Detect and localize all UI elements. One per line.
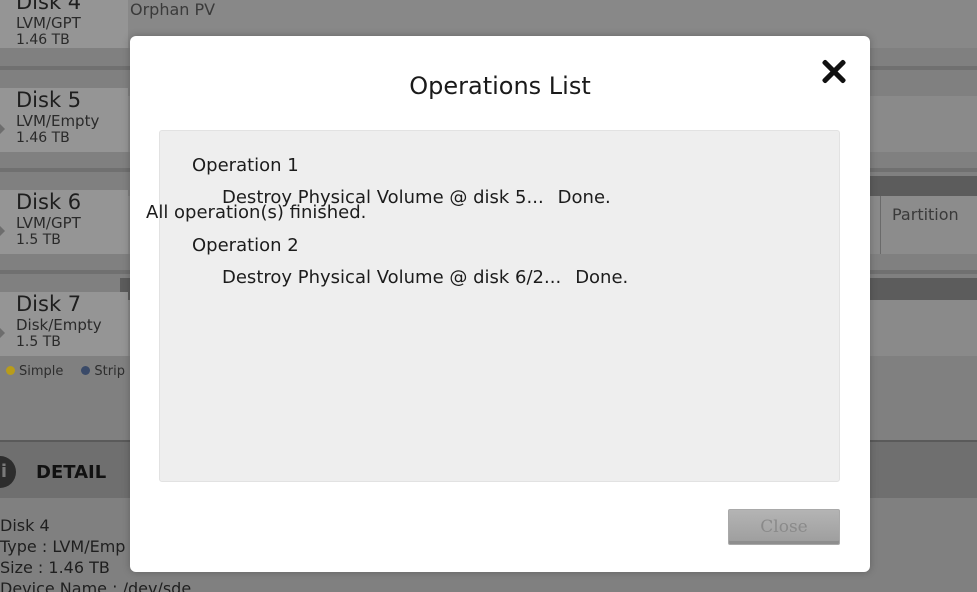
operation-status: Done. bbox=[557, 187, 611, 208]
chevron-right-icon bbox=[0, 328, 5, 338]
operations-list-dialog: Operations List Operation 1 Destroy Phys… bbox=[130, 36, 870, 572]
disk-size: 1.46 TB bbox=[16, 32, 70, 48]
disk-size: 1.46 TB bbox=[16, 130, 70, 146]
disk-type: Disk/Empty bbox=[16, 316, 102, 334]
close-icon[interactable] bbox=[816, 54, 852, 90]
operation-description: Destroy Physical Volume @ disk 6/2... bbox=[222, 267, 562, 288]
partition-label: Partition bbox=[892, 205, 959, 224]
disk-size: 1.5 TB bbox=[16, 334, 61, 350]
disk-type: LVM/GPT bbox=[16, 14, 81, 32]
disk-card-4[interactable]: Disk 4 LVM/GPT 1.46 TB bbox=[0, 0, 128, 48]
disk-size: 1.5 TB bbox=[16, 232, 61, 248]
chevron-right-icon bbox=[0, 124, 5, 134]
disk-name: Disk 6 bbox=[16, 190, 82, 214]
disk-name: Disk 4 bbox=[16, 0, 82, 14]
disk-card-7[interactable]: Disk 7 Disk/Empty 1.5 TB bbox=[0, 292, 128, 356]
detail-title: DETAIL bbox=[36, 462, 107, 483]
chevron-right-icon bbox=[0, 226, 5, 236]
legend: Simple Strip bbox=[6, 364, 125, 379]
legend-item-strip: Strip bbox=[81, 364, 125, 379]
disk-name: Disk 7 bbox=[16, 292, 82, 316]
legend-dot-icon bbox=[81, 366, 91, 375]
partition-header-strip bbox=[870, 176, 977, 196]
legend-label: Strip bbox=[94, 364, 125, 379]
operation-title: Operation 2 bbox=[192, 235, 299, 256]
operations-panel: Operation 1 Destroy Physical Volume @ di… bbox=[159, 130, 840, 482]
disk-card-6[interactable]: Disk 6 LVM/GPT 1.5 TB bbox=[0, 190, 128, 254]
disk-name: Disk 5 bbox=[16, 88, 82, 112]
detail-line: Device Name : /dev/sde bbox=[0, 579, 192, 592]
legend-dot-icon bbox=[6, 366, 15, 375]
dialog-title: Operations List bbox=[409, 72, 591, 100]
legend-item-simple: Simple bbox=[6, 364, 63, 379]
disk-card-5[interactable]: Disk 5 LVM/Empty 1.46 TB bbox=[0, 88, 128, 152]
operation-status: Done. bbox=[575, 267, 629, 288]
legend-label: Simple bbox=[19, 364, 64, 379]
close-button[interactable]: Close bbox=[728, 509, 840, 545]
operation-title: Operation 1 bbox=[192, 155, 299, 176]
orphan-pv-label: Orphan PV bbox=[130, 0, 216, 19]
operations-summary: All operation(s) finished. bbox=[146, 202, 367, 223]
info-icon: i bbox=[0, 456, 16, 488]
disk-type: LVM/Empty bbox=[16, 112, 100, 130]
operation-detail: Destroy Physical Volume @ disk 6/2... Don… bbox=[222, 267, 628, 288]
disk-type: LVM/GPT bbox=[16, 214, 81, 232]
